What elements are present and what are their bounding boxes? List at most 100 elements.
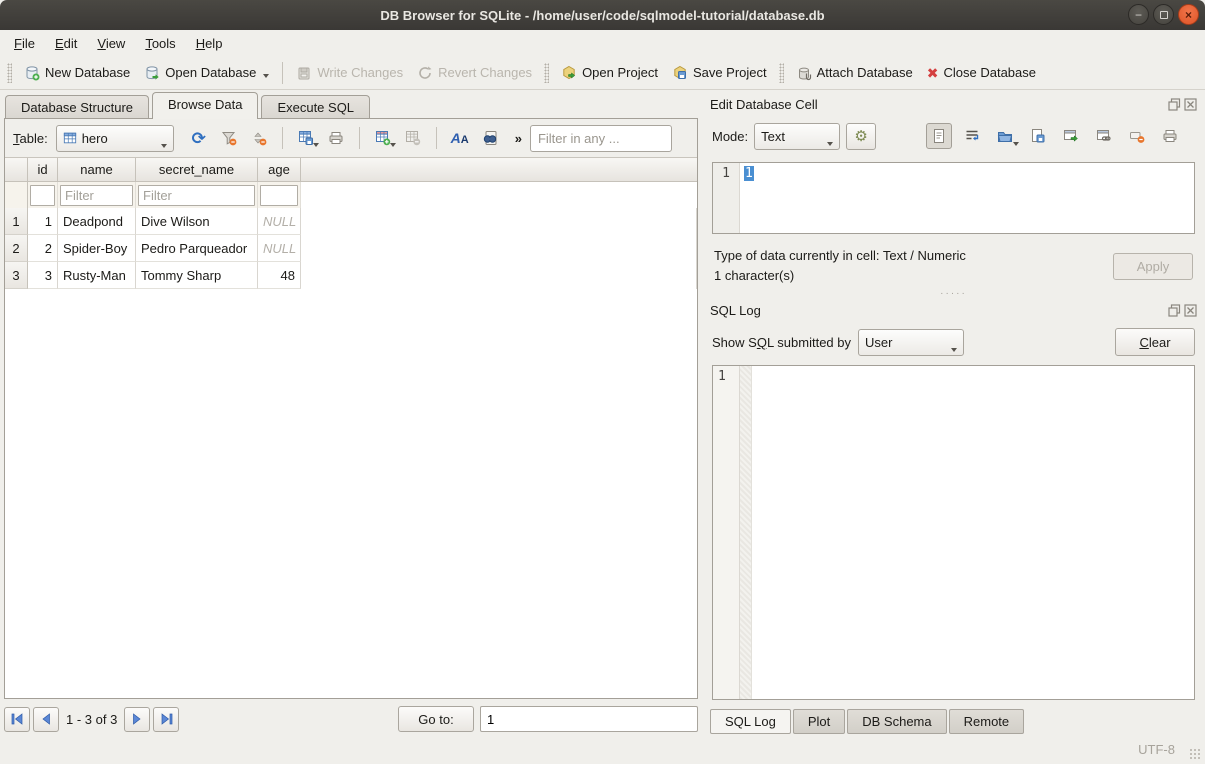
clear-sorting-button[interactable] [246,125,272,151]
pane-splitter[interactable] [698,92,708,734]
copy-link-button[interactable] [1091,123,1117,149]
clear-filters-button[interactable] [216,125,242,151]
menu-edit[interactable]: Edit [45,33,87,54]
filter-input-id[interactable] [30,185,55,206]
import-dropdown-caret[interactable] [1013,142,1019,146]
format-toggle-button[interactable]: AA [447,125,473,151]
cell-secret-name[interactable]: Tommy Sharp [136,262,258,289]
sql-source-select[interactable]: User [858,329,964,356]
insert-record-dropdown-caret[interactable] [390,143,396,147]
close-database-button[interactable]: ✖ Close Database [920,61,1043,84]
menu-tools[interactable]: Tools [135,33,185,54]
column-header-id[interactable]: id [28,158,58,182]
cell-name[interactable]: Rusty-Man [58,262,136,289]
float-dock-icon[interactable] [1168,98,1181,111]
cell-age[interactable]: NULL [258,235,301,262]
filter-input-age[interactable] [260,185,298,206]
resize-grip-icon[interactable] [1189,748,1201,760]
menu-help[interactable]: Help [186,33,233,54]
menu-file[interactable]: File [4,33,45,54]
maximize-button[interactable] [1153,4,1174,25]
table-row[interactable]: 3 3 Rusty-Man Tommy Sharp 48 [5,262,697,289]
filter-input-secret-name[interactable] [138,185,255,206]
tab-database-structure[interactable]: Database Structure [5,95,149,119]
auto-apply-button[interactable]: ⚙ [846,123,876,150]
gear-icon: ⚙ [854,129,867,144]
close-dock-icon[interactable] [1184,304,1197,317]
tab-browse-data[interactable]: Browse Data [152,92,258,119]
open-database-dropdown-caret[interactable] [263,74,269,78]
tab-remote[interactable]: Remote [949,709,1025,734]
row-number[interactable]: 1 [5,208,28,235]
word-wrap-button[interactable] [959,123,985,149]
export-table-dropdown-caret[interactable] [313,143,319,147]
corner-header[interactable] [5,158,28,182]
table-row[interactable]: 1 1 Deadpond Dive Wilson NULL [5,208,697,235]
text-mode-toggle-button[interactable] [926,123,952,149]
find-button[interactable] [477,125,503,151]
first-page-button[interactable] [4,707,30,732]
tab-sql-log[interactable]: SQL Log [710,709,791,734]
tab-execute-sql[interactable]: Execute SQL [261,95,370,119]
cell-editor-content[interactable]: 1 [740,163,1194,233]
print-button[interactable] [323,125,349,151]
open-database-button[interactable]: Open Database [137,61,276,85]
tab-db-schema[interactable]: DB Schema [847,709,946,734]
cell-age[interactable]: NULL [258,208,301,235]
filter-input-name[interactable] [60,185,133,206]
export-cell-data-button[interactable] [1025,123,1051,149]
titlebar[interactable]: DB Browser for SQLite - /home/user/code/… [0,0,1205,30]
close-button[interactable]: × [1178,4,1199,25]
set-null-button[interactable] [1124,123,1150,149]
new-database-button[interactable]: New Database [17,61,137,85]
insert-record-button[interactable] [370,125,396,151]
cell-secret-name[interactable]: Dive Wilson [136,208,258,235]
minimize-button[interactable]: − [1128,4,1149,25]
mode-select[interactable]: Text [754,123,840,150]
sql-log-editor[interactable]: 1 [712,365,1195,700]
clear-log-button[interactable]: Clear [1115,328,1195,356]
save-project-button[interactable]: Save Project [665,61,774,85]
previous-page-button[interactable] [33,707,59,732]
dock-tabbar: SQL Log Plot DB Schema Remote [710,706,1199,734]
row-number[interactable]: 3 [5,262,28,289]
tab-plot[interactable]: Plot [793,709,845,734]
export-table-button[interactable] [293,125,319,151]
open-project-button[interactable]: Open Project [554,61,665,85]
open-in-external-button[interactable] [1058,123,1084,149]
table-select[interactable]: hero [56,125,174,152]
float-dock-icon[interactable] [1168,304,1181,317]
toolbar-drag-handle[interactable] [779,63,784,83]
sql-log-content[interactable] [752,366,1194,699]
import-cell-data-button[interactable] [992,123,1018,149]
cell-secret-name[interactable]: Pedro Parqueador [136,235,258,262]
column-header-secret-name[interactable]: secret_name [136,158,258,182]
toolbar-overflow-chevron[interactable]: » [515,132,522,145]
column-header-name[interactable]: name [58,158,136,182]
next-page-button[interactable] [124,707,150,732]
close-dock-icon[interactable] [1184,98,1197,111]
menu-view[interactable]: View [87,33,135,54]
cell-name[interactable]: Deadpond [58,208,136,235]
last-page-button[interactable] [153,707,179,732]
column-header-age[interactable]: age [258,158,301,182]
cell-id[interactable]: 2 [28,235,58,262]
cell-id[interactable]: 1 [28,208,58,235]
print-cell-button[interactable] [1157,123,1183,149]
table-row[interactable]: 2 2 Spider-Boy Pedro Parqueador NULL [5,235,697,262]
cell-editor[interactable]: 1 1 [712,162,1195,234]
minimize-icon: − [1135,9,1142,21]
encoding-indicator[interactable]: UTF-8 [1138,742,1175,757]
toolbar-drag-handle[interactable] [7,63,12,83]
attach-database-button[interactable]: Attach Database [789,61,920,85]
toolbar-drag-handle[interactable] [544,63,549,83]
cell-id[interactable]: 3 [28,262,58,289]
goto-button[interactable]: Go to: [398,706,474,732]
cell-name[interactable]: Spider-Boy [58,235,136,262]
dock-splitter-handle[interactable]: ····· [708,286,1199,300]
cell-age[interactable]: 48 [258,262,301,289]
refresh-button[interactable]: ⟳ [186,125,212,151]
row-number[interactable]: 2 [5,235,28,262]
filter-any-column-input[interactable] [530,125,672,152]
goto-record-input[interactable] [480,706,698,732]
